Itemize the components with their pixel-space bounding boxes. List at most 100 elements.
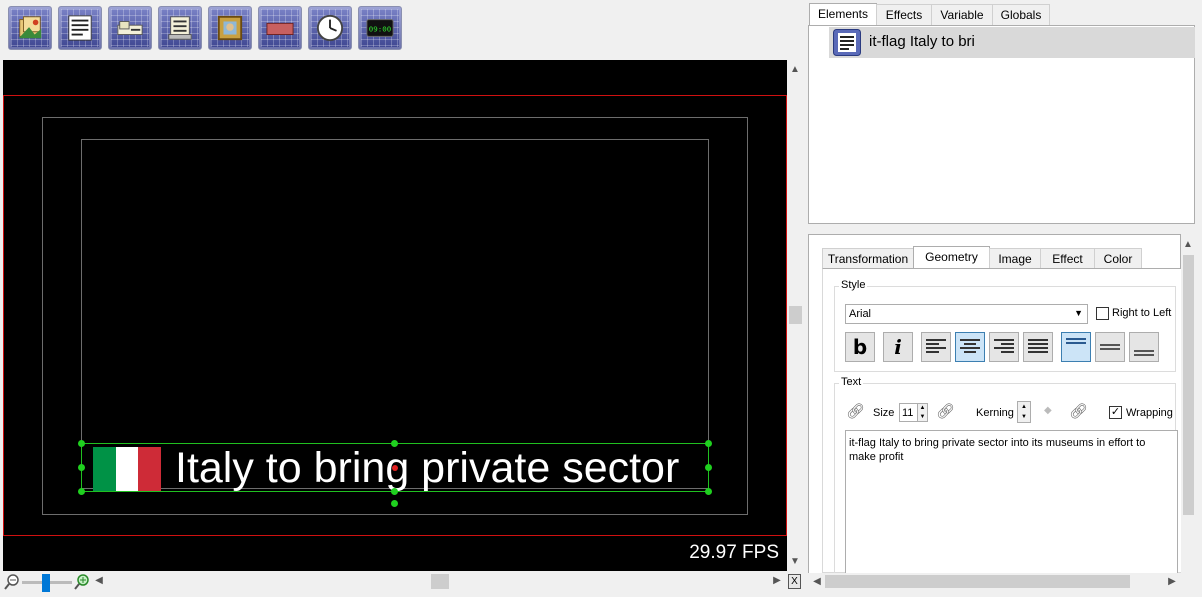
resize-handle-bl[interactable] bbox=[78, 488, 85, 495]
link-icon[interactable]: 🔗︎ bbox=[1069, 402, 1088, 420]
wrapping-checkbox[interactable]: ✓ bbox=[1109, 406, 1122, 419]
valign-middle-icon bbox=[1100, 338, 1120, 356]
preview-canvas[interactable]: Italy to bring private sector 29.97 FPS bbox=[3, 60, 787, 571]
italy-flag bbox=[93, 447, 162, 491]
images-folder-icon bbox=[18, 16, 42, 39]
properties-vertical-scrollbar[interactable]: ▲ bbox=[1181, 237, 1196, 573]
right-to-left-label: Right to Left bbox=[1112, 307, 1172, 319]
tab-image[interactable]: Image bbox=[989, 248, 1041, 269]
add-clock-button[interactable] bbox=[308, 6, 352, 50]
svg-text:09:00: 09:00 bbox=[369, 25, 391, 34]
list-item[interactable]: it-flag Italy to bri bbox=[829, 27, 1195, 58]
spinner-arrows-icon[interactable]: ▲ ▼ bbox=[917, 404, 927, 421]
digital-clock-icon: 09:00 bbox=[366, 19, 394, 37]
align-right-icon bbox=[994, 339, 1014, 355]
scroll-right-icon[interactable]: ▶ bbox=[770, 575, 784, 586]
horizontal-scroll-thumb[interactable] bbox=[431, 574, 449, 589]
valign-bottom-button[interactable] bbox=[1129, 332, 1159, 362]
zoom-out-icon[interactable] bbox=[4, 574, 20, 590]
close-button[interactable]: X bbox=[788, 574, 801, 589]
text-content-area[interactable]: it-flag Italy to bring private sector in… bbox=[845, 430, 1178, 575]
tab-geometry[interactable]: Geometry bbox=[913, 246, 990, 269]
align-right-button[interactable] bbox=[989, 332, 1019, 362]
add-crawl-button[interactable] bbox=[108, 6, 152, 50]
kerning-label: Kerning bbox=[976, 407, 1014, 419]
analog-clock-icon bbox=[316, 14, 344, 42]
valign-middle-button[interactable] bbox=[1095, 332, 1125, 362]
resize-handle-t[interactable] bbox=[391, 440, 398, 447]
flag-stripe-white bbox=[115, 447, 139, 491]
zoom-slider-thumb[interactable] bbox=[42, 574, 50, 592]
color-bar-icon bbox=[266, 22, 294, 35]
properties-hscroll-thumb[interactable] bbox=[825, 575, 1130, 588]
resize-handle-b[interactable] bbox=[391, 488, 398, 495]
bold-button[interactable]: b bbox=[845, 332, 875, 362]
scroll-up-icon[interactable]: ▲ bbox=[788, 64, 802, 75]
scroll-left-icon[interactable]: ◀ bbox=[92, 575, 106, 586]
align-center-icon bbox=[960, 339, 980, 355]
align-justify-button[interactable] bbox=[1023, 332, 1053, 362]
scroll-text-icon bbox=[168, 16, 192, 40]
zoom-in-icon[interactable] bbox=[74, 574, 90, 590]
properties-scroll-thumb[interactable] bbox=[1183, 255, 1194, 515]
add-digital-clock-button[interactable]: 09:00 bbox=[358, 6, 402, 50]
tab-transformation[interactable]: Transformation bbox=[822, 248, 914, 269]
canvas-caption: Italy to bring private sector bbox=[175, 444, 680, 492]
canvas-vertical-scrollbar[interactable]: ▲ ▼ bbox=[787, 60, 804, 571]
flag-stripe-red bbox=[138, 447, 162, 491]
text-document-icon bbox=[68, 15, 92, 41]
valign-bottom-icon bbox=[1134, 338, 1154, 356]
picture-frame-icon bbox=[217, 15, 243, 41]
right-to-left-checkbox[interactable] bbox=[1096, 307, 1109, 320]
tab-color[interactable]: Color bbox=[1094, 248, 1142, 269]
tab-elements[interactable]: Elements bbox=[809, 3, 877, 26]
resize-handle-l[interactable] bbox=[78, 464, 85, 471]
scroll-right-icon[interactable]: ▶ bbox=[1165, 576, 1179, 587]
resize-handle-r[interactable] bbox=[705, 464, 712, 471]
chevron-down-icon: ▼ bbox=[1074, 308, 1083, 318]
italic-button[interactable]: i bbox=[883, 332, 913, 362]
add-roll-button[interactable] bbox=[158, 6, 202, 50]
elements-list: it-flag Italy to bri bbox=[808, 25, 1195, 224]
add-color-button[interactable] bbox=[258, 6, 302, 50]
scroll-up-icon[interactable]: ▲ bbox=[1181, 239, 1195, 250]
size-spinner[interactable]: 11 ▲ ▼ bbox=[899, 403, 928, 422]
tab-effect[interactable]: Effect bbox=[1040, 248, 1095, 269]
diamond-icon: ◆ bbox=[1044, 405, 1052, 416]
italic-icon: i bbox=[894, 335, 902, 359]
text-element-icon bbox=[833, 29, 861, 56]
tab-variable[interactable]: Variable bbox=[931, 4, 993, 25]
properties-horizontal-scrollbar[interactable]: ◀ ▶ bbox=[808, 573, 1182, 590]
font-select[interactable]: Arial ▼ bbox=[845, 304, 1088, 324]
link-icon[interactable]: 🔗︎ bbox=[936, 402, 955, 420]
canvas-bottom-bar: ◀ ▶ X bbox=[0, 571, 806, 597]
resize-handle-tl[interactable] bbox=[78, 440, 85, 447]
rotate-handle[interactable] bbox=[391, 500, 398, 507]
valign-top-button[interactable] bbox=[1061, 332, 1091, 362]
add-picture-button[interactable] bbox=[208, 6, 252, 50]
kerning-spinner[interactable]: ▲ ▼ bbox=[1017, 401, 1031, 423]
link-icon[interactable]: 🔗︎ bbox=[846, 402, 865, 420]
add-text-button[interactable] bbox=[58, 6, 102, 50]
scroll-left-icon[interactable]: ◀ bbox=[810, 576, 824, 587]
resize-handle-br[interactable] bbox=[705, 488, 712, 495]
vertical-scroll-thumb[interactable] bbox=[789, 306, 802, 324]
spinner-arrows-icon[interactable]: ▲ ▼ bbox=[1018, 402, 1030, 422]
tab-effects[interactable]: Effects bbox=[876, 4, 932, 25]
bold-icon: b bbox=[852, 335, 868, 359]
add-image-button[interactable] bbox=[8, 6, 52, 50]
elements-panel-area: Elements Effects Variable Globals it-fla… bbox=[806, 0, 1202, 230]
size-label: Size bbox=[873, 407, 895, 419]
pivot-point[interactable] bbox=[392, 465, 398, 471]
align-center-button[interactable] bbox=[955, 332, 985, 362]
style-group-label: Style bbox=[839, 279, 868, 291]
tab-globals[interactable]: Globals bbox=[992, 4, 1050, 25]
align-left-button[interactable] bbox=[921, 332, 951, 362]
font-select-value: Arial bbox=[849, 308, 872, 320]
valign-top-icon bbox=[1066, 338, 1086, 356]
scroll-down-icon[interactable]: ▼ bbox=[788, 556, 802, 567]
list-item-label: it-flag Italy to bri bbox=[869, 33, 975, 50]
text-group-label: Text bbox=[839, 376, 864, 388]
resize-handle-tr[interactable] bbox=[705, 440, 712, 447]
crawl-ticker-icon bbox=[117, 21, 143, 35]
